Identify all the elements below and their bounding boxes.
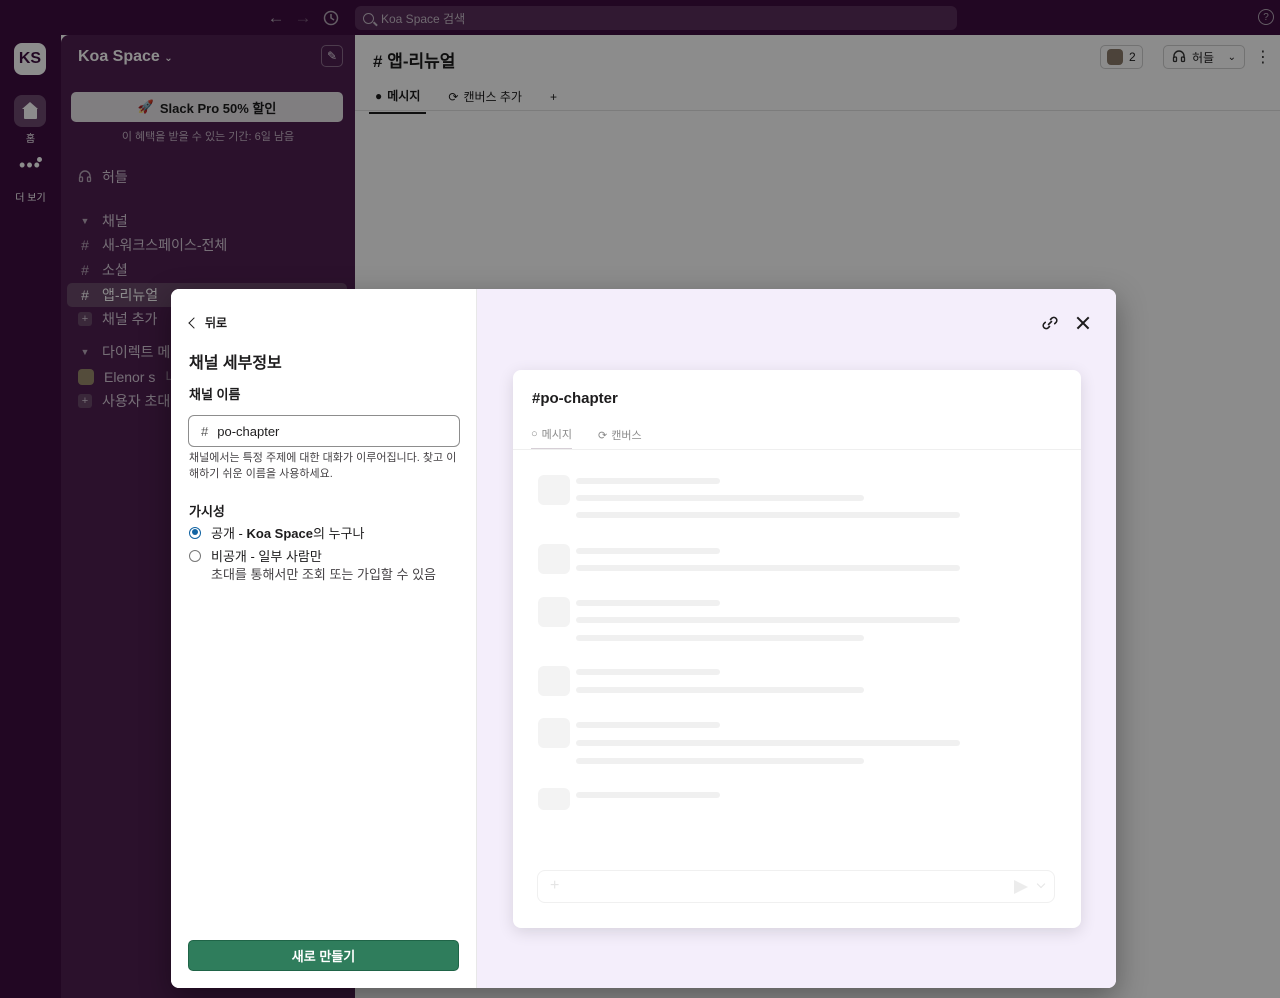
skeleton-line xyxy=(576,740,960,746)
tab-label: 메시지 xyxy=(541,429,573,441)
skeleton-avatar xyxy=(538,544,570,574)
message-icon: ○ xyxy=(531,428,538,440)
preview-tab-canvas: ⟳ 캔버스 xyxy=(598,426,642,450)
canvas-icon: ⟳ xyxy=(598,429,608,442)
send-icon xyxy=(1014,880,1028,894)
visibility-private-option[interactable]: 비공개 - 일부 사람만 xyxy=(189,546,322,565)
channel-name-input[interactable]: # po-chapter xyxy=(188,415,460,447)
link-icon[interactable] xyxy=(1040,313,1060,333)
skeleton-line xyxy=(576,687,864,693)
skeleton-line xyxy=(576,722,720,728)
channel-preview: #po-chapter ○ 메시지 ⟳ 캔버스 + xyxy=(513,370,1081,928)
preview-composer: + xyxy=(537,870,1055,903)
skeleton-avatar xyxy=(538,666,570,696)
channel-details-form: 뒤로 채널 세부정보 채널 이름 # po-chapter 채널에서는 특정 주… xyxy=(171,289,477,988)
public-radio[interactable] xyxy=(189,526,201,539)
preview-tab-messages: ○ 메시지 xyxy=(531,426,573,450)
channel-preview-pane: #po-chapter ○ 메시지 ⟳ 캔버스 + xyxy=(477,289,1116,988)
skeleton-line xyxy=(576,512,960,518)
chevron-down-icon xyxy=(1036,879,1046,889)
channel-name-hint: 채널에서는 특정 주제에 대한 대화가 이루어집니다. 찾고 이해하기 쉬운 이… xyxy=(189,452,457,480)
skeleton-line xyxy=(576,669,720,675)
channel-name-label: 채널 이름 xyxy=(189,387,241,402)
skeleton-line xyxy=(576,548,720,554)
private-option-description: 초대를 통해서만 조회 또는 가입할 수 있음 xyxy=(211,567,436,582)
skeleton-line xyxy=(576,495,864,501)
skeleton-line xyxy=(576,758,864,764)
preview-tabs: ○ 메시지 ⟳ 캔버스 xyxy=(531,426,642,450)
divider xyxy=(513,449,1081,450)
visibility-label: 가시성 xyxy=(189,504,225,519)
back-button[interactable]: 뒤로 xyxy=(188,314,228,331)
create-channel-modal: 뒤로 채널 세부정보 채널 이름 # po-chapter 채널에서는 특정 주… xyxy=(171,289,1116,988)
close-icon[interactable] xyxy=(1073,313,1093,333)
skeleton-avatar xyxy=(538,788,570,810)
tab-label: 캔버스 xyxy=(611,430,642,442)
hash-icon: # xyxy=(201,423,209,439)
chevron-left-icon xyxy=(188,316,200,329)
private-radio[interactable] xyxy=(189,549,201,562)
skeleton-line xyxy=(576,600,720,606)
skeleton-avatar xyxy=(538,475,570,505)
modal-title: 채널 세부정보 xyxy=(189,355,282,372)
skeleton-line xyxy=(576,635,864,641)
skeleton-line xyxy=(576,617,960,623)
back-label: 뒤로 xyxy=(205,316,228,330)
skeleton-avatar xyxy=(538,718,570,748)
private-option-label: 비공개 - 일부 사람만 xyxy=(211,549,322,564)
channel-name-value: po-chapter xyxy=(217,423,280,439)
skeleton-avatar xyxy=(538,597,570,627)
preview-channel-title: #po-chapter xyxy=(532,390,618,407)
skeleton-line xyxy=(576,792,720,798)
plus-icon: + xyxy=(550,877,560,894)
create-button[interactable]: 새로 만들기 xyxy=(188,940,459,971)
skeleton-line xyxy=(576,478,720,484)
skeleton-line xyxy=(576,565,960,571)
visibility-public-option[interactable]: 공개 - Koa Space의 누구나 xyxy=(189,523,364,542)
public-option-label: 공개 - Koa Space의 누구나 xyxy=(211,526,365,541)
